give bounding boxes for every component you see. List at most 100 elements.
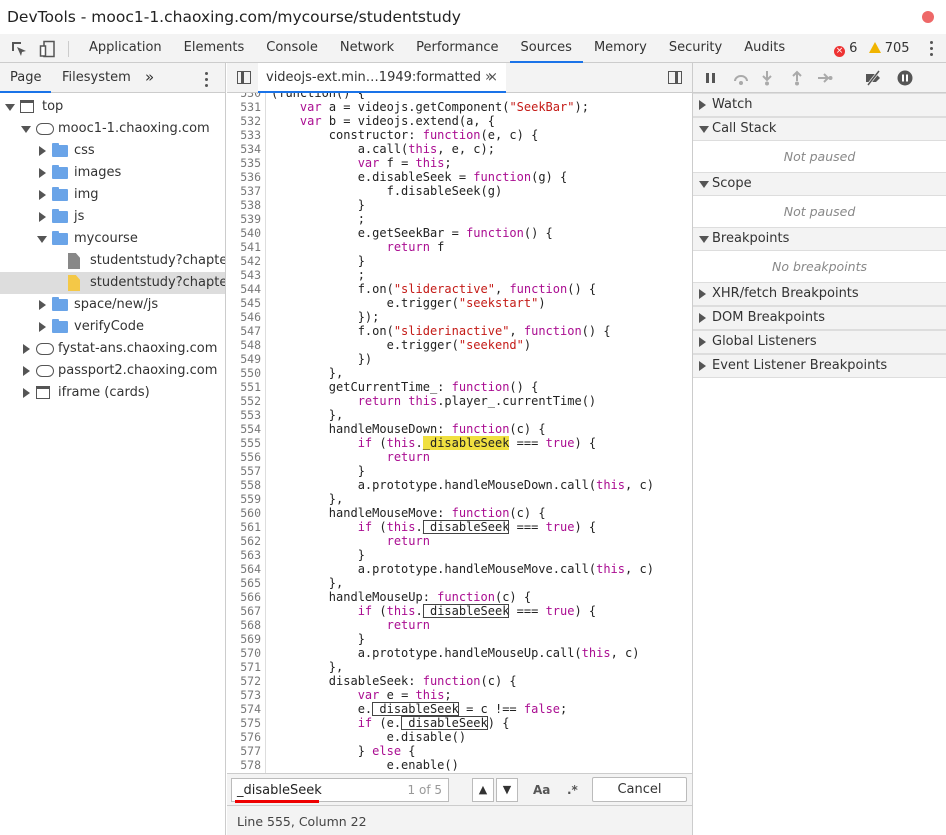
tree-item[interactable]: top xyxy=(0,96,225,118)
expanded-arrow-icon[interactable] xyxy=(5,104,15,111)
section-xhr-fetch-breakpoints[interactable]: XHR/fetch Breakpoints xyxy=(693,282,946,306)
toggle-navigator-icon[interactable] xyxy=(237,71,251,84)
tree-item[interactable]: mooc1-1.chaoxing.com xyxy=(0,118,225,140)
line-number[interactable]: 536 xyxy=(227,170,261,184)
section-event-listener-breakpoints[interactable]: Event Listener Breakpoints xyxy=(693,354,946,378)
line-number[interactable]: 564 xyxy=(227,562,261,576)
tree-item[interactable]: css xyxy=(0,140,225,162)
code-line[interactable]: 541 return f xyxy=(227,240,692,254)
code-line[interactable]: 574 e._disableSeek = c !== false; xyxy=(227,702,692,716)
collapsed-arrow-icon[interactable] xyxy=(39,300,46,310)
line-number[interactable]: 552 xyxy=(227,394,261,408)
code-line[interactable]: 552 return this.player_.currentTime() xyxy=(227,394,692,408)
collapsed-arrow-icon[interactable] xyxy=(39,322,46,332)
device-toolbar-icon[interactable] xyxy=(39,40,57,58)
line-number[interactable]: 573 xyxy=(227,688,261,702)
expanded-arrow-icon[interactable] xyxy=(21,126,31,133)
code-line[interactable]: 544 f.on("slideractive", function() { xyxy=(227,282,692,296)
tree-item[interactable]: mycourse xyxy=(0,228,225,250)
next-match-button[interactable]: ▼ xyxy=(496,778,518,802)
line-number[interactable]: 548 xyxy=(227,338,261,352)
line-number[interactable]: 577 xyxy=(227,744,261,758)
line-number[interactable]: 575 xyxy=(227,716,261,730)
line-number[interactable]: 535 xyxy=(227,156,261,170)
cancel-search-button[interactable]: Cancel xyxy=(592,777,687,802)
line-number[interactable]: 538 xyxy=(227,198,261,212)
tree-item[interactable]: images xyxy=(0,162,225,184)
tree-item[interactable]: passport2.chaoxing.com xyxy=(0,360,225,382)
line-number[interactable]: 551 xyxy=(227,380,261,394)
previous-match-button[interactable]: ▲ xyxy=(472,778,494,802)
line-number[interactable]: 562 xyxy=(227,534,261,548)
tree-item[interactable]: fystat-ans.chaoxing.com xyxy=(0,338,225,360)
code-line[interactable]: 553 }, xyxy=(227,408,692,422)
code-line[interactable]: 569 } xyxy=(227,632,692,646)
code-line[interactable]: 558 a.prototype.handleMouseDown.call(thi… xyxy=(227,478,692,492)
line-number[interactable]: 531 xyxy=(227,100,261,114)
code-line[interactable]: 549 }) xyxy=(227,352,692,366)
navigator-menu-icon[interactable] xyxy=(205,72,209,90)
code-line[interactable]: 547 f.on("sliderinactive", function() { xyxy=(227,324,692,338)
more-tabs-icon[interactable]: » xyxy=(485,69,494,85)
tab-filesystem[interactable]: Filesystem xyxy=(62,63,131,93)
toggle-debugger-icon[interactable] xyxy=(668,71,682,84)
line-number[interactable]: 540 xyxy=(227,226,261,240)
line-number[interactable]: 576 xyxy=(227,730,261,744)
code-line[interactable]: 531 var a = videojs.getComponent("SeekBa… xyxy=(227,100,692,114)
line-number[interactable]: 571 xyxy=(227,660,261,674)
code-line[interactable]: 545 e.trigger("seekstart") xyxy=(227,296,692,310)
line-number[interactable]: 550 xyxy=(227,366,261,380)
line-number[interactable]: 565 xyxy=(227,576,261,590)
code-line[interactable]: 534 a.call(this, e, c); xyxy=(227,142,692,156)
line-number[interactable]: 561 xyxy=(227,520,261,534)
collapsed-arrow-icon[interactable] xyxy=(23,344,30,354)
code-line[interactable]: 572 disableSeek: function(c) { xyxy=(227,674,692,688)
line-number[interactable]: 537 xyxy=(227,184,261,198)
line-number[interactable]: 566 xyxy=(227,590,261,604)
line-number[interactable]: 539 xyxy=(227,212,261,226)
code-line[interactable]: 556 return xyxy=(227,450,692,464)
code-line[interactable]: 542 } xyxy=(227,254,692,268)
code-line[interactable]: 578 e.enable() xyxy=(227,758,692,772)
collapsed-arrow-icon[interactable] xyxy=(39,190,46,200)
code-line[interactable]: 559 }, xyxy=(227,492,692,506)
deactivate-breakpoints-icon[interactable] xyxy=(865,70,881,86)
line-number[interactable]: 534 xyxy=(227,142,261,156)
step-into-icon[interactable] xyxy=(759,70,775,86)
line-number[interactable]: 574 xyxy=(227,702,261,716)
code-line[interactable]: 540 e.getSeekBar = function() { xyxy=(227,226,692,240)
code-line[interactable]: 554 handleMouseDown: function(c) { xyxy=(227,422,692,436)
line-number[interactable]: 541 xyxy=(227,240,261,254)
line-number[interactable]: 569 xyxy=(227,632,261,646)
tab-audits[interactable]: Audits xyxy=(733,34,796,63)
file-tab[interactable]: videojs-ext.min…1949:formatted × xyxy=(258,63,506,93)
code-line[interactable]: 536 e.disableSeek = function(g) { xyxy=(227,170,692,184)
step-over-icon[interactable] xyxy=(733,70,749,86)
collapsed-arrow-icon[interactable] xyxy=(23,366,30,376)
tree-item[interactable]: verifyCode xyxy=(0,316,225,338)
tree-item[interactable]: space/new/js xyxy=(0,294,225,316)
code-line[interactable]: 557 } xyxy=(227,464,692,478)
code-line[interactable]: 561 if (this._disableSeek === true) { xyxy=(227,520,692,534)
line-number[interactable]: 560 xyxy=(227,506,261,520)
code-line[interactable]: 567 if (this._disableSeek === true) { xyxy=(227,604,692,618)
line-number[interactable]: 532 xyxy=(227,114,261,128)
line-number[interactable]: 546 xyxy=(227,310,261,324)
tree-item[interactable]: img xyxy=(0,184,225,206)
line-number[interactable]: 544 xyxy=(227,282,261,296)
code-line[interactable]: 560 handleMouseMove: function(c) { xyxy=(227,506,692,520)
tab-console[interactable]: Console xyxy=(255,34,329,63)
code-line[interactable]: 573 var e = this; xyxy=(227,688,692,702)
line-number[interactable]: 555 xyxy=(227,436,261,450)
line-number[interactable]: 570 xyxy=(227,646,261,660)
customize-menu-icon[interactable] xyxy=(930,41,934,59)
code-line[interactable]: 550 }, xyxy=(227,366,692,380)
tab-application[interactable]: Application xyxy=(78,34,173,63)
code-line[interactable]: 537 f.disableSeek(g) xyxy=(227,184,692,198)
code-line[interactable]: 543 ; xyxy=(227,268,692,282)
line-number[interactable]: 549 xyxy=(227,352,261,366)
line-number[interactable]: 567 xyxy=(227,604,261,618)
tab-performance[interactable]: Performance xyxy=(405,34,509,63)
tab-network[interactable]: Network xyxy=(329,34,405,63)
code-line[interactable]: 571 }, xyxy=(227,660,692,674)
